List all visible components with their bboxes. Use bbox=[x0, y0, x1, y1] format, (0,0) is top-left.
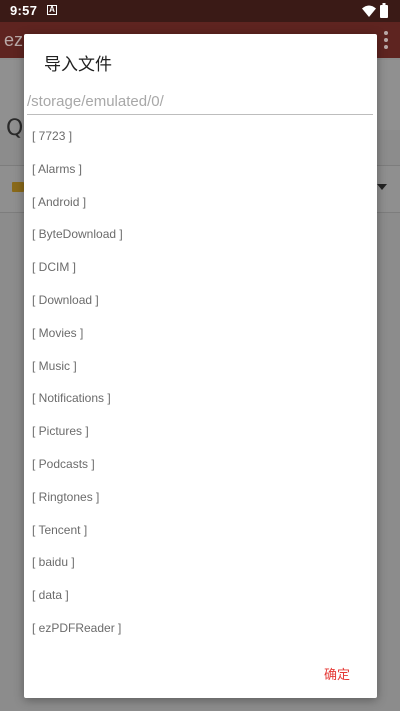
status-bar: 9:57 A bbox=[0, 0, 400, 22]
folder-icon bbox=[12, 182, 24, 192]
folder-item[interactable]: [ ezPDFReader ] bbox=[24, 612, 377, 645]
folder-item[interactable]: [ ByteDownload ] bbox=[24, 218, 377, 251]
import-file-dialog: 导入文件 /storage/emulated/0/ [ 7723 ] [ Ala… bbox=[24, 34, 377, 698]
search-icon: Q bbox=[6, 116, 24, 141]
folder-item[interactable]: [ data ] bbox=[24, 579, 377, 612]
dropdown-arrow-icon bbox=[377, 184, 387, 190]
app-title: ez bbox=[4, 30, 24, 50]
folder-item[interactable]: [ Podcasts ] bbox=[24, 448, 377, 481]
folder-item[interactable]: [ Android ] bbox=[24, 186, 377, 219]
folder-item[interactable]: [ Download ] bbox=[24, 284, 377, 317]
folder-item[interactable]: [ Pictures ] bbox=[24, 415, 377, 448]
folder-item[interactable]: [ Ringtones ] bbox=[24, 481, 377, 514]
folder-item[interactable]: [ Notifications ] bbox=[24, 382, 377, 415]
folder-item[interactable]: [ Movies ] bbox=[24, 317, 377, 350]
folder-item[interactable]: [ Music ] bbox=[24, 350, 377, 383]
battery-icon bbox=[380, 3, 388, 18]
folder-item[interactable]: [ 7723 ] bbox=[24, 120, 377, 153]
path-input[interactable]: /storage/emulated/0/ bbox=[27, 92, 373, 115]
folder-item[interactable]: [ DCIM ] bbox=[24, 251, 377, 284]
notification-icon: A bbox=[47, 5, 57, 15]
dialog-title: 导入文件 bbox=[44, 55, 112, 75]
status-time: 9:57 bbox=[10, 3, 38, 18]
wifi-icon bbox=[362, 5, 376, 17]
overflow-menu-icon bbox=[384, 31, 388, 49]
folder-item[interactable]: [ baidu ] bbox=[24, 546, 377, 579]
folder-list: [ 7723 ] [ Alarms ] [ Android ] [ ByteDo… bbox=[24, 120, 377, 645]
folder-item[interactable]: [ Tencent ] bbox=[24, 514, 377, 547]
folder-item[interactable]: [ Alarms ] bbox=[24, 153, 377, 186]
path-text: /storage/emulated/0/ bbox=[27, 93, 164, 110]
confirm-button[interactable]: 确定 bbox=[318, 660, 356, 687]
